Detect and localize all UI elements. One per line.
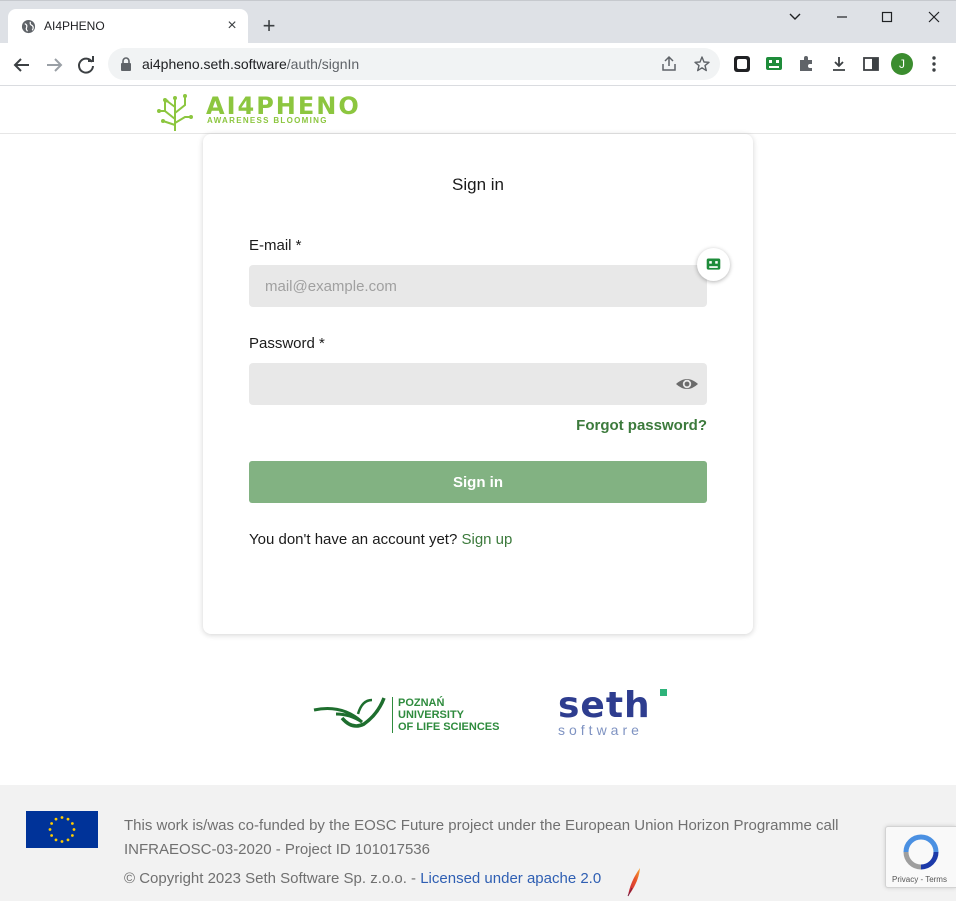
forgot-password-link[interactable]: Forgot password? <box>576 417 707 434</box>
extensions-puzzle-icon[interactable] <box>796 54 816 74</box>
eu-star <box>60 816 64 819</box>
more-menu-icon[interactable] <box>926 54 942 74</box>
copyright-text: © Copyright 2023 Seth Software Sp. z.o.o… <box>124 870 421 887</box>
poznan-logo-divider <box>392 697 393 733</box>
lock-icon[interactable] <box>120 57 132 71</box>
funding-statement: This work is/was co-funded by the EOSC F… <box>124 817 839 858</box>
signup-row: You don't have an account yet? Sign up <box>249 531 512 548</box>
license-link[interactable]: Licensed under apache 2.0 <box>420 870 601 887</box>
signin-button[interactable]: Sign in <box>249 461 707 503</box>
no-account-text: You don't have an account yet? <box>249 531 462 548</box>
eye-show-password-icon[interactable] <box>675 374 699 394</box>
tab-search-chevron-icon[interactable] <box>783 7 807 27</box>
side-panel-icon[interactable] <box>861 54 881 74</box>
seth-logo-wordmark[interactable]: seth <box>558 686 651 726</box>
eu-star <box>54 838 58 842</box>
download-icon[interactable] <box>829 54 849 74</box>
copyright-line: © Copyright 2023 Seth Software Sp. z.o.o… <box>124 870 601 887</box>
tab-title: AI4PHENO <box>44 19 105 33</box>
password-label: Password * <box>249 335 325 352</box>
signup-link[interactable]: Sign up <box>461 531 512 548</box>
eu-star <box>60 840 64 843</box>
reload-icon[interactable] <box>75 54 97 76</box>
tree-circuit-logo-icon[interactable] <box>155 91 195 131</box>
window-close-icon[interactable] <box>922 7 946 27</box>
extension-green-robot-icon[interactable] <box>764 54 784 74</box>
page-footer: This work is/was co-funded by the EOSC F… <box>0 785 956 901</box>
eu-star <box>72 828 76 831</box>
eu-star <box>50 822 54 825</box>
extension-dark-icon[interactable] <box>732 54 752 74</box>
eu-star <box>70 822 74 825</box>
green-robot-icon <box>706 258 721 270</box>
recaptcha-badge[interactable]: Privacy - Terms <box>885 826 956 888</box>
globe-icon <box>21 19 36 34</box>
seth-logo-subtitle: software <box>558 722 643 738</box>
minimize-icon[interactable] <box>830 7 854 27</box>
url-text[interactable]: ai4pheno.seth.software/auth/signIn <box>142 56 359 72</box>
password-manager-overlay-button[interactable] <box>697 248 730 281</box>
browser-tab[interactable]: AI4PHENO × <box>8 9 248 44</box>
logo-tagline: AWARENESS BLOOMING <box>207 116 328 125</box>
bookmark-star-icon[interactable] <box>693 55 711 73</box>
eu-flag-icon <box>26 811 98 848</box>
eu-star <box>54 817 58 821</box>
pul-line: UNIVERSITY <box>398 709 465 721</box>
eu-star <box>66 817 70 821</box>
eu-star <box>50 834 54 837</box>
recaptcha-icon <box>903 834 939 870</box>
password-input[interactable] <box>249 363 707 405</box>
site-header: AI4PHENO AWARENESS BLOOMING <box>0 86 956 134</box>
browser-tabstrip: AI4PHENO × + <box>0 0 956 44</box>
address-bar[interactable]: ai4pheno.seth.software/auth/signIn <box>108 48 720 80</box>
tab-close-icon[interactable]: × <box>224 18 240 34</box>
maximize-icon[interactable] <box>875 7 899 27</box>
signin-card: Sign in E-mail * Password * Forgot passw… <box>203 134 753 634</box>
pul-line: POZNAŃ <box>398 697 445 709</box>
url-host: ai4pheno.seth.software <box>142 56 287 72</box>
profile-avatar[interactable]: J <box>891 53 913 75</box>
signin-title: Sign in <box>452 175 504 194</box>
apache-feather-icon <box>627 868 640 897</box>
url-path: /auth/signIn <box>286 56 360 72</box>
forward-arrow-icon[interactable] <box>43 54 65 76</box>
browser-toolbar: ai4pheno.seth.software/auth/signIn J <box>0 43 956 86</box>
eu-star <box>70 834 74 837</box>
poznan-university-text: POZNAŃ UNIVERSITY OF LIFE SCIENCES <box>398 697 499 733</box>
share-icon[interactable] <box>660 55 678 73</box>
back-arrow-icon[interactable] <box>11 54 33 76</box>
new-tab-icon[interactable]: + <box>259 15 279 37</box>
pul-line: OF LIFE SCIENCES <box>398 721 500 733</box>
recaptcha-privacy-terms[interactable]: Privacy - Terms <box>892 875 947 884</box>
eu-star <box>48 828 52 831</box>
email-input[interactable] <box>249 265 707 307</box>
seth-logo-dot <box>660 689 667 696</box>
logo-wordmark[interactable]: AI4PHENO <box>206 94 361 118</box>
eu-star <box>66 838 70 842</box>
email-label: E-mail * <box>249 237 302 254</box>
